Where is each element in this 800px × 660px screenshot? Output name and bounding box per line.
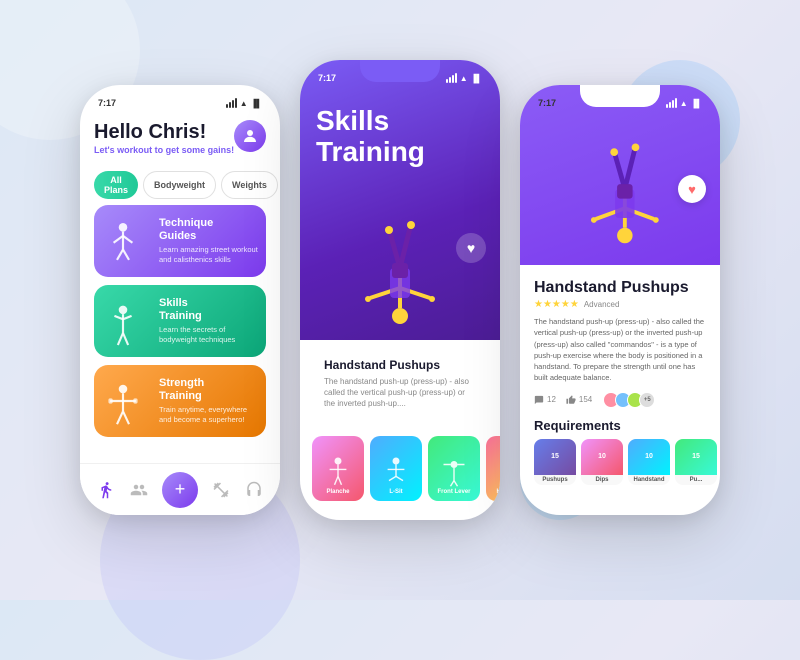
- exercise-label-planche: Planche: [326, 489, 349, 495]
- req-card-other-top: 15: [675, 439, 717, 475]
- req-card-dips-top: 10: [581, 439, 623, 475]
- exercise-label-handstand: Handstand: [496, 489, 500, 495]
- phone-1-status-icons: ▲ ▐▌: [226, 98, 262, 108]
- phone-1: 7:17 ▲ ▐▌ Hello Chris! Let's workout to …: [80, 85, 280, 515]
- phone-3-notch: [580, 85, 660, 107]
- card-technique-title: TechniqueGuides: [159, 217, 260, 243]
- nav-headphones[interactable]: [245, 481, 263, 499]
- nav-add-button[interactable]: +: [162, 472, 198, 508]
- tab-weights[interactable]: Weights: [221, 171, 278, 199]
- exercise-card-handstand[interactable]: Handstand: [486, 436, 500, 501]
- phone-1-time: 7:17: [98, 98, 116, 108]
- req-card-handstand[interactable]: 10 Handstand: [628, 439, 670, 485]
- figure-strength: [94, 365, 152, 437]
- phone-2-time: 7:17: [318, 73, 336, 83]
- card-skills-title: SkillsTraining: [159, 297, 260, 323]
- req-card-handstand-label: Handstand: [628, 475, 670, 485]
- tab-bodyweight[interactable]: Bodyweight: [143, 171, 216, 199]
- battery-icon: ▐▌: [251, 99, 262, 108]
- wifi-icon: ▲: [240, 99, 248, 108]
- exercise-stars: ★★★★★: [534, 299, 579, 310]
- phone-3-time: 7:17: [538, 98, 556, 108]
- exercise-card-lsit[interactable]: L-Sit: [370, 436, 422, 501]
- nav-group[interactable]: [130, 481, 148, 499]
- skills-title-text: Skills Training: [316, 106, 484, 168]
- card-skills-training[interactable]: SkillsTraining Learn the secrets of body…: [94, 285, 266, 357]
- stat-comments: 12: [534, 395, 556, 405]
- phone-3-header: 7:17 ▲ ▐▌: [520, 85, 720, 265]
- phone-2-notch: [360, 60, 440, 82]
- req-card-other-label: Pu...: [675, 475, 717, 485]
- phone-2-figure-area: ♥: [300, 178, 500, 318]
- figure-skills: [94, 285, 152, 357]
- req-card-pushups[interactable]: 15 Pushups: [534, 439, 576, 485]
- phones-container: 7:17 ▲ ▐▌ Hello Chris! Let's workout to …: [80, 80, 720, 520]
- phone-2-heart-button[interactable]: ♥: [456, 233, 486, 263]
- user-avatar[interactable]: [234, 120, 266, 152]
- req-card-dips[interactable]: 10 Dips: [581, 439, 623, 485]
- bottom-nav: +: [80, 463, 280, 515]
- avatar-more: +5: [639, 392, 655, 408]
- filter-tabs: All Plans Bodyweight Weights: [94, 171, 266, 199]
- phone-3: 7:17 ▲ ▐▌: [520, 85, 720, 515]
- requirements-cards: 15 Pushups 10 Dips 10 Hands: [534, 439, 706, 485]
- skills-title-section: Skills Training: [300, 88, 500, 178]
- exercise-card-frontlever[interactable]: Front Lever: [428, 436, 480, 501]
- nav-dumbbell[interactable]: [212, 481, 230, 499]
- phone-1-notch: [140, 85, 220, 107]
- phone-2-exercises-row: Planche L-Sit: [300, 428, 500, 515]
- figure-technique: [94, 205, 152, 277]
- phone-2-bg: 7:17 ▲ ▐▌ Skills Training: [300, 60, 500, 340]
- phone-3-figure: [555, 95, 685, 250]
- exercise-description: The handstand push-up (press-up) - also …: [534, 316, 706, 384]
- phone-2-card-title: Handstand Pushups: [324, 358, 476, 372]
- phone-3-content: Handstand Pushups ★★★★★ Advanced The han…: [520, 265, 720, 495]
- card-skills-text: SkillsTraining Learn the secrets of body…: [159, 291, 266, 351]
- req-card-pushups-label: Pushups: [534, 475, 576, 485]
- tab-all-plans[interactable]: All Plans: [94, 171, 138, 199]
- req-card-other[interactable]: 15 Pu...: [675, 439, 717, 485]
- exercise-stats: 12 154 +5: [534, 392, 706, 408]
- stat-likes: 154: [566, 395, 592, 405]
- card-skills-desc: Learn the secrets of bodyweight techniqu…: [159, 325, 260, 345]
- req-card-dips-label: Dips: [581, 475, 623, 485]
- requirements-title: Requirements: [534, 418, 706, 433]
- phone-2: 7:17 ▲ ▐▌ Skills Training: [300, 60, 500, 520]
- handstand-figure: [340, 168, 460, 328]
- card-technique-text: TechniqueGuides Learn amazing street wor…: [159, 211, 266, 271]
- exercise-title: Handstand Pushups: [534, 279, 689, 297]
- requirements-section: Requirements 15 Pushups 10 Dips: [534, 418, 706, 485]
- exercise-card-planche[interactable]: Planche: [312, 436, 364, 501]
- card-strength-text: StrengthTraining Train anytime, everywhe…: [159, 371, 266, 431]
- card-strength-desc: Train anytime, everywhere and become a s…: [159, 405, 260, 425]
- phone-2-status-icons: ▲ ▐▌: [446, 73, 482, 83]
- exercise-label-frontlever: Front Lever: [437, 489, 470, 495]
- card-technique-desc: Learn amazing street workout and calisth…: [159, 245, 260, 265]
- participant-avatars: +5: [607, 392, 655, 408]
- exercise-level: Advanced: [584, 300, 620, 309]
- phone-3-heart-button[interactable]: ♥: [678, 175, 706, 203]
- exercise-label-lsit: L-Sit: [389, 489, 402, 495]
- nav-gymnastics[interactable]: [97, 481, 115, 499]
- phone-2-exercise-card[interactable]: Handstand Pushups The handstand push-up …: [312, 348, 488, 420]
- card-technique-guides[interactable]: TechniqueGuides Learn amazing street wor…: [94, 205, 266, 277]
- card-strength-training[interactable]: StrengthTraining Train anytime, everywhe…: [94, 365, 266, 437]
- req-card-pushups-top: 15: [534, 439, 576, 475]
- req-card-handstand-top: 10: [628, 439, 670, 475]
- phone-1-content: Hello Chris! Let's workout to get some g…: [80, 113, 280, 437]
- card-strength-title: StrengthTraining: [159, 377, 260, 403]
- phone-2-card-desc: The handstand push-up (press-up) - also …: [324, 376, 476, 410]
